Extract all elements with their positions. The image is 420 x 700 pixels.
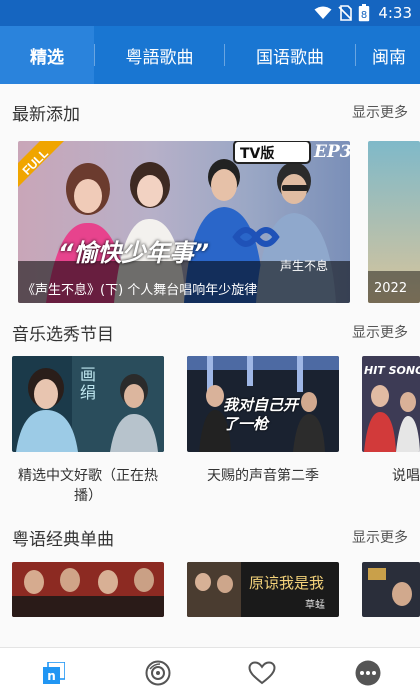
music-library-icon: n [43, 661, 66, 688]
thumbnail-title: 原谅我是我 [249, 574, 325, 592]
bottom-navigation: n [0, 647, 420, 700]
thumbnail-artwork [362, 562, 420, 617]
section-header-latest: 最新添加 显示更多 [12, 100, 408, 125]
thumbnail-subtitle: 草蜢 [305, 600, 325, 611]
section-title: 粤语经典单曲 [12, 529, 114, 550]
show-more-link[interactable]: 显示更多 [352, 102, 408, 122]
single-thumbnail[interactable] [12, 562, 164, 617]
thumbnail-artwork [12, 562, 164, 617]
banner-artwork [368, 141, 420, 303]
section-header-talent: 音乐选秀节目 显示更多 [12, 320, 408, 345]
banner-caption: 《声生不息》(下) 个人舞台唱响年少旋律 [22, 283, 258, 298]
playlist-caption[interactable]: 说唱 [392, 466, 420, 486]
tab-cantonese-songs[interactable]: 粤語歌曲 [95, 26, 224, 84]
playlist-thumbnail[interactable]: 我对自己开了一枪 [187, 356, 339, 452]
section-header-cantonese: 粤语经典单曲 显示更多 [12, 525, 408, 550]
featured-banner[interactable]: FULL TV版 EP3 “愉快少年事” 声生不息 《声生不息》(下) 个人舞台… [18, 141, 350, 303]
battery-icon: 8 [358, 4, 370, 22]
status-bar: 8 4:33 [0, 0, 420, 26]
battery-level: 8 [361, 10, 367, 21]
single-thumbnail[interactable]: 原谅我是我 草蜢 [187, 562, 339, 617]
tab-featured[interactable]: 精选 [0, 26, 94, 84]
nav-more[interactable] [352, 660, 384, 690]
featured-banner-next[interactable]: 2022 [368, 141, 420, 303]
section-title: 最新添加 [12, 104, 80, 125]
nav-favorites[interactable] [246, 660, 278, 690]
svg-text:n: n [47, 669, 56, 683]
no-sim-icon [338, 5, 353, 21]
tab-mandarin-songs[interactable]: 国语歌曲 [225, 26, 355, 84]
nav-music-library[interactable]: n [38, 660, 70, 690]
nav-discover[interactable] [142, 660, 174, 690]
banner-headline: “愉快少年事” [58, 239, 209, 267]
show-more-link[interactable]: 显示更多 [352, 322, 408, 342]
banner-caption: 2022 [374, 281, 408, 296]
show-logo-text: 声生不息 [280, 259, 329, 273]
show-more-link[interactable]: 显示更多 [352, 527, 408, 547]
status-time: 4:33 [378, 4, 412, 22]
thumbnail-title: 我对自己开了一枪 [223, 396, 299, 433]
playlist-caption[interactable]: 精选中文好歌（正在热播） [10, 466, 166, 506]
episode-tag: EP3 [314, 142, 350, 162]
category-tab-bar: 精选 粤語歌曲 国语歌曲 闽南 [0, 26, 420, 84]
heart-icon [248, 661, 276, 689]
single-thumbnail[interactable] [362, 562, 420, 617]
thumbnail-title: 画绢 [80, 365, 97, 402]
playlist-caption[interactable]: 天赐的声音第二季 [187, 466, 339, 486]
tab-hokkien-songs[interactable]: 闽南 [356, 26, 419, 84]
thumbnail-title: HIT SONG [364, 364, 420, 377]
tv-version-tag: TV版 [240, 146, 275, 162]
section-title: 音乐选秀节目 [12, 324, 114, 345]
vinyl-disc-icon [145, 660, 171, 690]
playlist-thumbnail[interactable]: HIT SONG [362, 356, 420, 452]
more-dots-icon [355, 660, 381, 690]
playlist-thumbnail[interactable]: 画绢 [12, 356, 164, 452]
wifi-icon [314, 6, 332, 20]
